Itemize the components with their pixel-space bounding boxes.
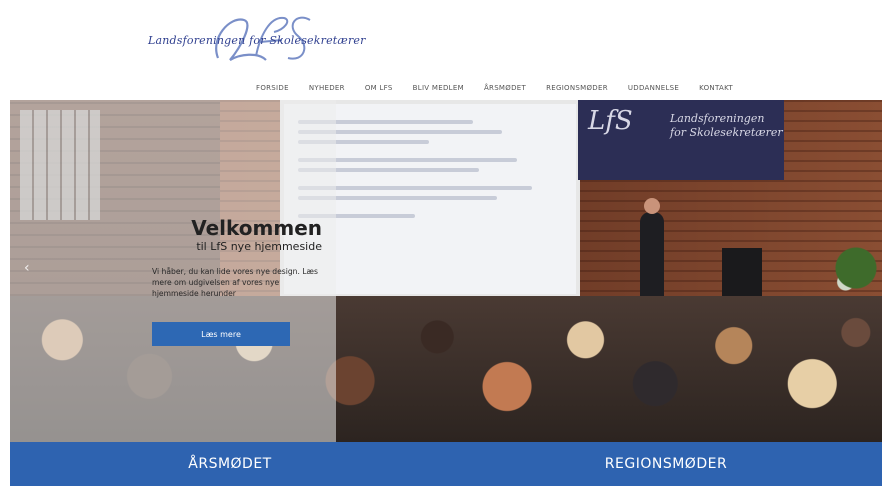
main-nav: FORSIDE NYHEDER OM LFS BLIV MEDLEM ÅRSMØ… <box>256 82 762 94</box>
banner-line-1: Landsforeningen <box>670 112 765 125</box>
banner-text: Landsforeningen for Skolesekretærer <box>670 112 783 140</box>
hero-text: Vi håber, du kan lide vores nye design. … <box>152 267 318 298</box>
read-more-button[interactable]: Læs mere <box>152 322 290 346</box>
banner-monogram: LfS <box>588 106 633 136</box>
nav-item-forside[interactable]: FORSIDE <box>256 84 289 92</box>
hero-caption-overlay: ‹ Velkommen til LfS nye hjemmeside Vi hå… <box>10 100 336 442</box>
nav-item-bliv-medlem[interactable]: BLIV MEDLEM <box>413 84 464 92</box>
site-logo[interactable]: Landsforeningen for Skolesekretærer <box>140 8 380 68</box>
hero-slider: LfS Landsforeningen for Skolesekretærer … <box>10 100 882 442</box>
nav-item-arsmodet[interactable]: ÅRSMØDET <box>484 84 526 92</box>
banner-line-2: for Skolesekretærer <box>670 126 783 139</box>
bottom-link-bar: ÅRSMØDET REGIONSMØDER <box>10 442 882 486</box>
photo-speaker <box>640 198 664 304</box>
hero-title: Velkommen <box>191 216 322 240</box>
nav-item-nyheder[interactable]: NYHEDER <box>309 84 345 92</box>
nav-item-regionsmoder[interactable]: REGIONSMØDER <box>546 84 608 92</box>
slider-prev-arrow-icon[interactable]: ‹ <box>24 260 30 276</box>
nav-item-kontakt[interactable]: KONTAKT <box>699 84 733 92</box>
regionsmoder-link[interactable]: REGIONSMØDER <box>450 442 882 486</box>
photo-lfs-banner: LfS Landsforeningen for Skolesekretærer <box>578 100 784 180</box>
arsmodet-link[interactable]: ÅRSMØDET <box>10 442 450 486</box>
nav-item-om-lfs[interactable]: OM LFS <box>365 84 393 92</box>
brand-name: Landsforeningen for Skolesekretærer <box>148 34 366 47</box>
nav-item-uddannelse[interactable]: UDDANNELSE <box>628 84 679 92</box>
hero-subtitle: til LfS nye hjemmeside <box>196 240 322 253</box>
